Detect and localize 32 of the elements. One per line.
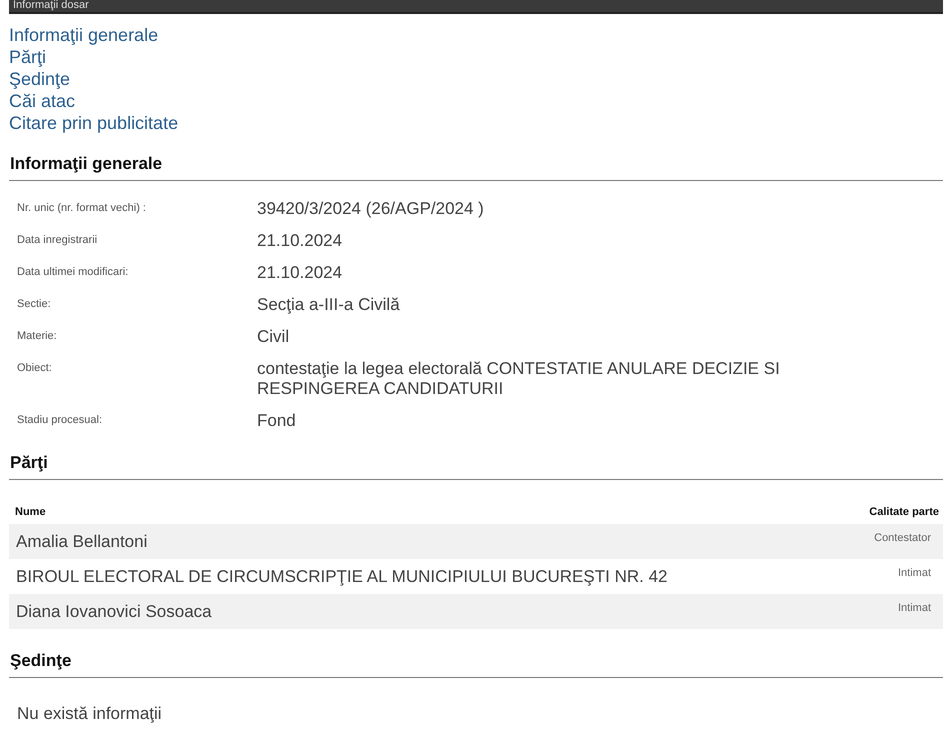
party-name: Amalia Bellantoni xyxy=(16,531,148,553)
field-label: Materie: xyxy=(17,329,58,344)
field-value: Fond xyxy=(257,411,297,431)
field-value: Secţia a-III-a Civilă xyxy=(257,295,401,315)
nav-link[interactable]: Căi atac xyxy=(9,90,76,112)
nav-link[interactable]: Părţi xyxy=(9,46,46,68)
field-label: Data inregistrarii xyxy=(17,233,98,248)
field-label: Nr. unic (nr. format vechi) : xyxy=(17,201,147,216)
party-role: Contestator xyxy=(874,531,931,544)
party-role: Intimat xyxy=(898,566,931,579)
page-title-bar: Informaţii dosar xyxy=(9,0,943,14)
empty-message: Nu există informaţii xyxy=(17,704,163,724)
nav-link[interactable]: Şedinţe xyxy=(9,68,70,90)
field-value: 21.10.2024 xyxy=(257,231,344,251)
field-value: Civil xyxy=(257,327,290,347)
section-heading: Părţi xyxy=(9,453,943,480)
field-label: Data ultimei modificari: xyxy=(17,265,130,280)
field-value: 21.10.2024 xyxy=(257,263,344,283)
column-header: Nume xyxy=(15,506,46,518)
party-name: BIROUL ELECTORAL DE CIRCUMSCRIPŢIE AL MUNICIPIULUI BUCUREŞTI NR. 42 xyxy=(16,566,668,588)
nav-link[interactable]: Informaţii generale xyxy=(9,24,158,46)
field-value: 39420/3/2024 (26/AGP/2024 ) xyxy=(257,199,485,219)
field-label: Obiect: xyxy=(17,361,53,376)
nav-link[interactable]: Citare prin publicitate xyxy=(9,112,178,134)
section-heading: Informaţii generale xyxy=(9,154,943,181)
column-header: Calitate parte xyxy=(869,506,939,518)
field-label: Stadiu procesual: xyxy=(17,413,103,428)
field-value: contestaţie la legea electorală CONTESTATIE ANULARE DECIZIE SI RESPINGEREA CANDIDATURII xyxy=(257,359,781,399)
field-label: Sectie: xyxy=(17,297,52,312)
section-heading: Şedinţe xyxy=(9,651,943,678)
party-role: Intimat xyxy=(898,601,931,614)
party-name: Diana Iovanovici Sosoaca xyxy=(16,601,212,623)
